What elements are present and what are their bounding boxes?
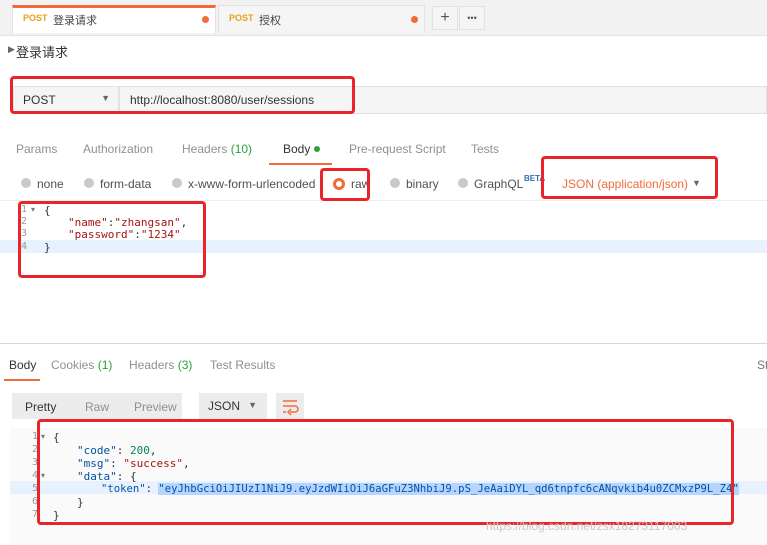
- request-tab-authorize[interactable]: POST 授权: [218, 5, 425, 33]
- tab-method-label: POST: [23, 13, 48, 23]
- tab-authorization[interactable]: Authorization: [83, 142, 153, 156]
- status-label: St: [757, 358, 767, 372]
- tab-name-label: 登录请求: [53, 15, 97, 27]
- tab-headers-label: Headers: [182, 142, 228, 156]
- tab-bar: POST 登录请求 POST 授权 + •••: [0, 0, 767, 36]
- annotation-box-request-body: [18, 201, 206, 278]
- radio-urlencoded[interactable]: [172, 178, 182, 188]
- headers-count: (10): [230, 142, 253, 156]
- tab-tests[interactable]: Tests: [471, 142, 499, 156]
- headers-label: Headers: [129, 358, 175, 372]
- response-tab-cookies[interactable]: Cookies (1): [51, 358, 112, 372]
- pretty-button[interactable]: Pretty: [25, 400, 56, 414]
- radio-binary[interactable]: [390, 178, 400, 188]
- tab-params[interactable]: Params: [16, 142, 57, 156]
- annotation-box-response-body: [37, 419, 734, 525]
- radio-binary-label: binary: [406, 177, 439, 191]
- cookies-count: (1): [97, 358, 113, 372]
- format-select[interactable]: JSON ▼: [199, 393, 267, 419]
- unsaved-dot-icon: [411, 16, 418, 23]
- radio-none-label: none: [37, 177, 64, 191]
- panel-divider[interactable]: [0, 343, 767, 344]
- watermark: https://blog.csdn.net/zsx18273117003: [486, 519, 688, 533]
- more-icon: •••: [467, 13, 477, 23]
- tab-body[interactable]: Body: [283, 142, 310, 156]
- collapse-caret-icon[interactable]: ▶: [8, 44, 15, 55]
- unsaved-dot-icon: [202, 16, 209, 23]
- active-tab-indicator: [269, 163, 332, 165]
- wrap-icon: [283, 400, 299, 416]
- annotation-box-content-type: [541, 156, 718, 199]
- plus-icon: +: [440, 9, 450, 26]
- annotation-box-url: [10, 76, 355, 114]
- tab-method-label: POST: [229, 13, 254, 23]
- format-value: JSON: [208, 399, 241, 413]
- response-tab-test-results[interactable]: Test Results: [210, 358, 275, 372]
- request-name: 登录请求: [16, 45, 69, 60]
- wrap-lines-button[interactable]: [276, 393, 304, 419]
- radio-graphql[interactable]: [458, 178, 468, 188]
- more-tabs-button[interactable]: •••: [459, 6, 485, 30]
- annotation-box-raw: [320, 168, 370, 201]
- response-tab-headers[interactable]: Headers (3): [129, 358, 192, 372]
- body-active-dot-icon: [314, 146, 320, 152]
- request-tab-login[interactable]: POST 登录请求: [12, 5, 216, 33]
- raw-button[interactable]: Raw: [85, 400, 109, 414]
- tab-headers[interactable]: Headers (10): [182, 142, 252, 156]
- radio-urlencoded-label: x-www-form-urlencoded: [188, 177, 316, 191]
- active-tab-indicator: [4, 379, 40, 381]
- headers-count: (3): [177, 358, 193, 372]
- cookies-label: Cookies: [51, 358, 95, 372]
- radio-form-data[interactable]: [84, 178, 94, 188]
- response-tab-body[interactable]: Body: [9, 358, 36, 372]
- radio-graphql-label: GraphQL: [474, 177, 524, 191]
- add-tab-button[interactable]: +: [432, 6, 458, 30]
- chevron-down-icon: ▼: [248, 400, 257, 410]
- radio-form-data-label: form-data: [100, 177, 152, 191]
- preview-button[interactable]: Preview: [134, 400, 177, 414]
- tab-prerequest-script[interactable]: Pre-request Script: [349, 142, 446, 156]
- tab-name-label: 授权: [259, 15, 281, 27]
- radio-none[interactable]: [21, 178, 31, 188]
